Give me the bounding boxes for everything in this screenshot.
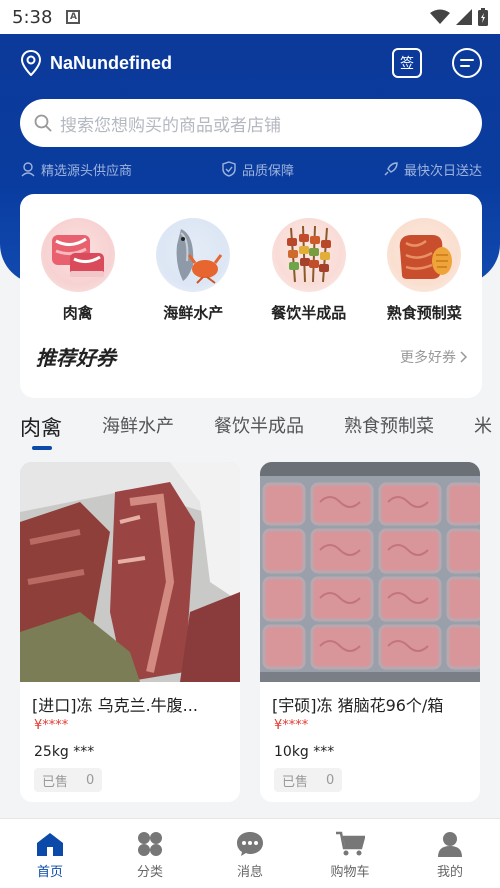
feature-label: 最快次日送达: [403, 163, 482, 179]
supplier-icon: [21, 162, 35, 177]
location-name[interactable]: NaNundefined: [50, 53, 172, 74]
tab-seafood[interactable]: 海鲜水产: [102, 412, 174, 446]
category-label: 餐饮半成品: [271, 304, 347, 322]
nav-label: 消息: [236, 865, 263, 880]
search-input[interactable]: 搜索您想购买的商品或者店铺: [60, 111, 281, 136]
tab-rice[interactable]: 米: [474, 412, 492, 446]
location-pin-icon[interactable]: [20, 50, 42, 76]
skewer-icon: [271, 218, 346, 292]
nav-home[interactable]: 首页: [0, 819, 100, 888]
category-meat[interactable]: 肉禽: [28, 218, 128, 323]
feature-supplier: 精选源头供应商: [20, 160, 132, 179]
search-bar[interactable]: 搜索您想购买的商品或者店铺: [20, 99, 482, 147]
notification-icon: A: [66, 10, 81, 24]
feature-label: 精选源头供应商: [41, 163, 133, 179]
profile-icon: [438, 832, 462, 857]
tab-meat[interactable]: 肉禽: [20, 412, 62, 450]
more-coupons-link[interactable]: 更多好券: [400, 347, 468, 367]
sold-badge: 已售 0: [274, 768, 343, 792]
sold-label: 已售: [42, 774, 69, 790]
cart-icon: [336, 831, 365, 856]
battery-icon: [478, 8, 488, 26]
status-bar: 5:38 A: [0, 0, 500, 34]
nav-label: 首页: [36, 865, 63, 880]
product-price: ¥****: [34, 718, 69, 733]
tab-prepared-food[interactable]: 熟食预制菜: [344, 412, 434, 446]
sold-count: 0: [86, 772, 95, 788]
product-card[interactable]: [宇硕]冻 猪脑花96个/箱 ¥**** 10kg *** 已售 0: [260, 462, 480, 802]
feature-quality: 品质保障: [221, 160, 294, 179]
tab-semi-finished[interactable]: 餐饮半成品: [214, 412, 304, 446]
product-card[interactable]: [进口]冻 乌克兰.牛腹... ¥**** 25kg *** 已售 0: [20, 462, 240, 802]
nav-cart[interactable]: 购物车: [300, 819, 400, 888]
category-tabs: 肉禽 海鲜水产 餐饮半成品 熟食预制菜 米: [20, 412, 500, 452]
category-seafood[interactable]: 海鲜水产: [143, 218, 243, 323]
category-label: 熟食预制菜: [386, 304, 462, 322]
category-list: 肉禽 海鲜水产 餐饮半成品 熟食预制菜: [20, 218, 482, 323]
product-price: ¥****: [274, 718, 309, 733]
product-image-pork-brain: [260, 462, 480, 682]
wifi-icon: [430, 9, 450, 24]
product-image-beef: [20, 462, 240, 682]
status-icons: [430, 8, 488, 26]
signal-icon: [456, 9, 472, 25]
sold-count: 0: [326, 772, 335, 788]
nav-message[interactable]: 消息: [200, 819, 300, 888]
sold-label: 已售: [282, 774, 309, 790]
feature-delivery: 最快次日送达: [383, 160, 482, 179]
rocket-icon: [384, 162, 398, 176]
coupon-row: 推荐好券 更多好券: [36, 342, 468, 371]
category-label: 肉禽: [62, 304, 93, 322]
category-card: 肉禽 海鲜水产 餐饮半成品 熟食预制菜 推荐好券 更多好券: [20, 194, 482, 398]
status-time: 5:38: [12, 6, 53, 28]
menu-lines-icon: [460, 59, 474, 67]
product-spec: 25kg ***: [34, 744, 95, 760]
checkin-button[interactable]: 签: [392, 48, 422, 78]
meat-icon: [40, 218, 115, 292]
menu-button[interactable]: [452, 48, 482, 78]
prepared-food-icon: [387, 218, 462, 292]
search-icon: [34, 114, 52, 132]
category-semi-finished[interactable]: 餐饮半成品: [259, 218, 359, 323]
nav-profile[interactable]: 我的: [400, 819, 500, 888]
nav-label: 购物车: [330, 865, 370, 880]
feature-strip: 精选源头供应商 品质保障 最快次日送达: [20, 158, 482, 180]
nav-label: 分类: [136, 865, 163, 880]
nav-label: 我的: [436, 865, 463, 880]
category-prepared-food[interactable]: 熟食预制菜: [374, 218, 474, 323]
sold-badge: 已售 0: [34, 768, 103, 792]
product-name: [进口]冻 乌克兰.牛腹...: [32, 696, 198, 715]
chevron-right-icon: [460, 350, 468, 363]
header-top-row: NaNundefined 签: [20, 46, 482, 80]
nav-category[interactable]: 分类: [100, 819, 200, 888]
more-coupons-label: 更多好券: [400, 349, 456, 366]
product-spec: 10kg ***: [274, 744, 335, 760]
category-icon: [138, 832, 162, 856]
header-actions: 签: [392, 48, 482, 78]
message-icon: [237, 832, 263, 856]
seafood-icon: [156, 218, 231, 292]
home-icon: [37, 833, 63, 856]
feature-label: 品质保障: [241, 163, 294, 179]
coupon-title: 推荐好券: [36, 346, 116, 370]
product-name: [宇硕]冻 猪脑花96个/箱: [272, 696, 444, 715]
category-label: 海鲜水产: [163, 304, 224, 322]
shield-check-icon: [222, 161, 236, 177]
bottom-nav: 首页 分类 消息 购物车 我的: [0, 818, 500, 888]
